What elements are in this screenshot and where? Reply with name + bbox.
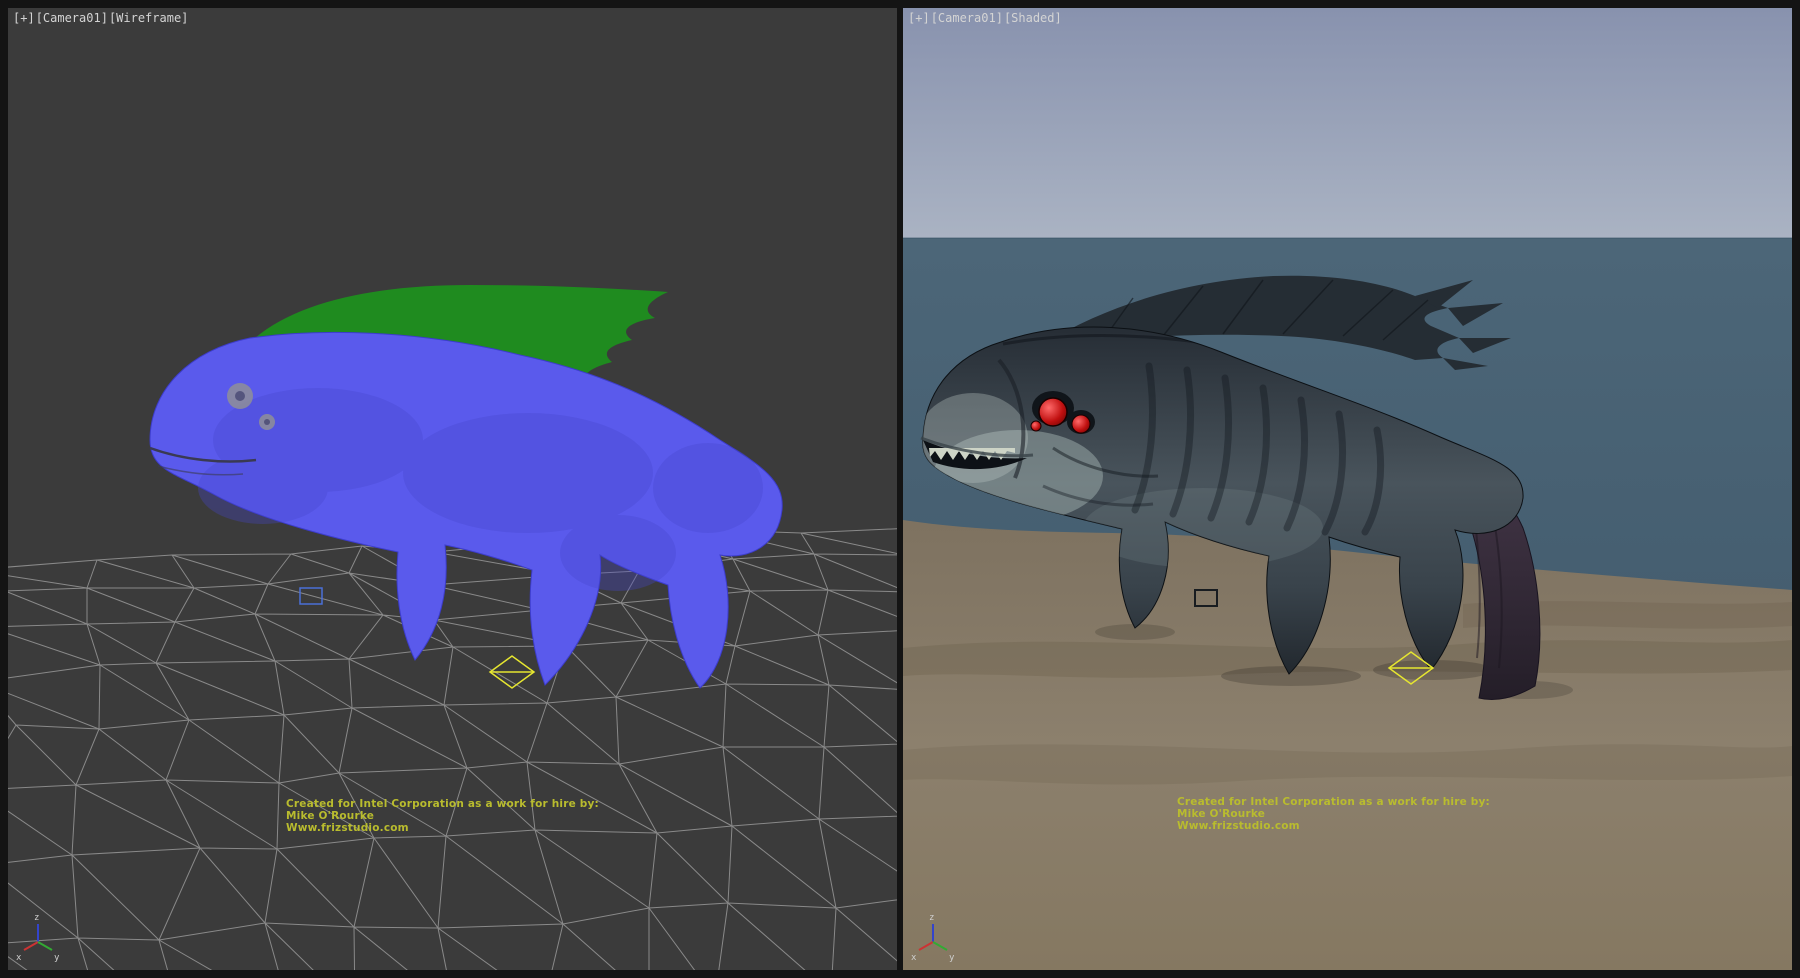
watermark-line: Www.frizstudio.com (1177, 820, 1490, 832)
viewport-camera-label[interactable]: [Camera01] (931, 11, 1003, 25)
3d-app-viewport-area: [+][Camera01][Wireframe] (0, 0, 1800, 978)
watermark-line: Created for Intel Corporation as a work … (1177, 796, 1490, 808)
viewport-shading-label[interactable]: [Shaded] (1004, 11, 1062, 25)
axis-z-label: z (34, 913, 39, 923)
viewport-shaded[interactable]: [+][Camera01][Shaded] (903, 8, 1792, 970)
viewport-wireframe[interactable]: [+][Camera01][Wireframe] (8, 8, 897, 970)
viewport-menu-button[interactable]: [+] (908, 11, 930, 25)
watermark-text: Created for Intel Corporation as a work … (286, 798, 599, 834)
sky (903, 8, 1792, 238)
viewport-camera-label[interactable]: [Camera01] (36, 11, 108, 25)
viewport-label-left: [+][Camera01][Wireframe] (13, 11, 189, 25)
watermark-line: Mike O'Rourke (1177, 808, 1490, 820)
watermark-text: Created for Intel Corporation as a work … (1177, 796, 1490, 832)
ground-grid-wireframe (8, 528, 897, 970)
viewport-menu-button[interactable]: [+] (13, 11, 35, 25)
world-axis-tripod: z x y (16, 913, 60, 963)
axis-z-label: z (929, 913, 934, 923)
watermark-line: Created for Intel Corporation as a work … (286, 798, 599, 810)
axis-x-label: x (16, 953, 22, 963)
diamond-helper-gizmo[interactable] (490, 656, 534, 688)
axis-x-label: x (911, 953, 917, 963)
axis-y-label: y (54, 953, 60, 963)
viewport-shading-label[interactable]: [Wireframe] (109, 11, 188, 25)
watermark-line: Mike O'Rourke (286, 810, 599, 822)
watermark-line: Www.frizstudio.com (286, 822, 599, 834)
axis-y-label: y (949, 953, 955, 963)
viewport-label-right: [+][Camera01][Shaded] (908, 11, 1063, 25)
